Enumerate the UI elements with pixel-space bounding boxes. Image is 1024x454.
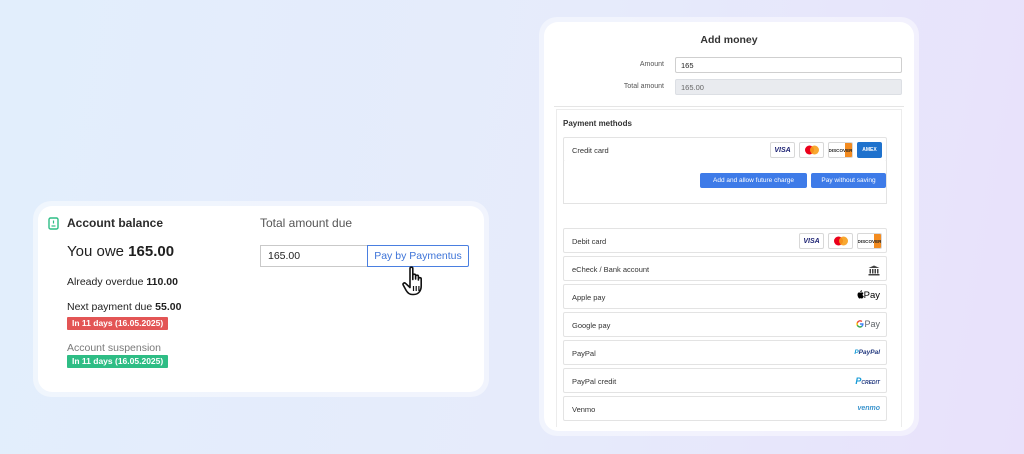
payment-amount-input[interactable] [260,245,368,267]
suspension-label: Account suspension [67,342,161,354]
amex-logo: AMEX [857,142,882,158]
owe-amount: 165.00 [128,243,175,260]
google-pay-text: Pay [864,319,880,329]
payment-method-label: Google pay [572,321,611,330]
amount-input[interactable] [675,57,902,73]
payment-method-label: eCheck / Bank account [572,265,650,274]
payment-method-label: Apple pay [572,293,606,302]
total-amount-field [675,79,902,95]
credit-card-actions: Add and allow future charge Pay without … [563,161,887,204]
bank-icon [868,263,880,281]
paypal-credit-logo: PCREDIT [855,376,880,386]
payment-method-credit-card[interactable]: Credit card VISA DISCOVER AMEX [563,137,887,162]
payment-methods-section: Payment methods Credit card VISA DISCOVE… [556,109,902,427]
paypal-logo: PPayPal [854,349,880,356]
payment-method-debit-card[interactable]: Debit card VISA DISCOVER [563,228,887,253]
owe-prefix: You owe [67,243,124,260]
section-divider [554,106,904,107]
overdue-amount: 110.00 [146,276,178,288]
wallet-icon [48,217,59,235]
payment-method-paypal-credit[interactable]: PayPal credit PCREDIT [563,368,887,393]
next-payment-badge: In 11 days (16.05.2025) [67,317,169,330]
overdue-label: Already overdue [67,276,144,288]
paypal-credit-text: CREDIT [861,380,880,386]
total-due-label: Total amount due [260,216,353,230]
total-amount-label: Total amount [623,83,664,90]
paypal-text: PayPal [858,349,880,356]
account-balance-title: Account balance [67,216,164,230]
suspension-badge: In 11 days (16.05.2025) [67,355,169,368]
payment-method-label: PayPal credit [572,377,617,386]
visa-logo: VISA [799,233,824,249]
apple-pay-text: Pay [863,290,880,301]
visa-logo: VISA [770,142,795,158]
payment-methods-title: Payment methods [563,119,632,128]
next-payment-amount: 55.00 [155,301,182,313]
next-payment-label: Next payment due [67,301,153,313]
amount-owed: You owe 165.00 [67,243,174,260]
payment-method-label: PayPal [572,349,596,358]
discover-logo: DISCOVER [857,233,882,249]
payment-method-google-pay[interactable]: Google pay Pay [563,312,887,337]
add-money-panel: Add money Amount Total amount Payment me… [544,22,914,431]
payment-method-label: Credit card [572,146,609,155]
apple-pay-logo: Pay [857,290,880,301]
hand-pointer-icon [400,264,432,305]
payment-method-apple-pay[interactable]: Apple pay Pay [563,284,887,309]
account-balance-card: Account balance You owe 165.00 Already o… [38,206,484,392]
venmo-logo: venmo [857,405,880,412]
next-payment-line: Next payment due 55.00 [67,301,181,313]
discover-logo: DISCOVER [828,142,853,158]
google-pay-logo: Pay [856,319,880,329]
pay-without-saving-button[interactable]: Pay without saving [811,173,886,188]
overdue-line: Already overdue 110.00 [67,276,178,288]
add-and-allow-future-charge-button[interactable]: Add and allow future charge [700,173,807,188]
add-money-title: Add money [700,34,758,46]
payment-method-label: Debit card [572,237,607,246]
payment-method-label: Venmo [572,405,596,414]
payment-method-echeck[interactable]: eCheck / Bank account [563,256,887,281]
mastercard-logo [799,142,824,158]
payment-method-paypal[interactable]: PayPal PPayPal [563,340,887,365]
mastercard-logo [828,233,853,249]
amount-label: Amount [639,61,664,68]
payment-method-venmo[interactable]: Venmo venmo [563,396,887,421]
